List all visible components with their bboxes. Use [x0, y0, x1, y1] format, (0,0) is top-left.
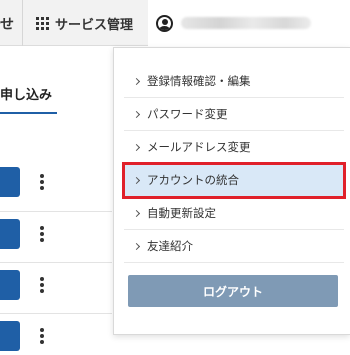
nav-divider — [22, 0, 23, 46]
account-dropdown: 登録情報確認・編集 パスワード変更 メールアドレス変更 アカウントの統合 自動更… — [113, 47, 350, 335]
account-menu-toggle[interactable] — [148, 0, 350, 46]
account-menu-list: 登録情報確認・編集 パスワード変更 メールアドレス変更 アカウントの統合 自動更… — [122, 65, 346, 263]
tab-application[interactable]: 申し込み — [0, 84, 52, 103]
kebab-menu-icon[interactable] — [38, 224, 46, 244]
menu-item-change-password[interactable]: パスワード変更 — [124, 98, 344, 131]
menu-item-label: アカウントの統合 — [147, 173, 239, 187]
nav-item-partial[interactable]: せ — [0, 14, 14, 34]
user-account-icon — [156, 14, 173, 32]
service-management-menu[interactable]: サービス管理 — [30, 0, 156, 46]
row-action-button[interactable] — [0, 321, 20, 351]
menu-item-edit-profile[interactable]: 登録情報確認・編集 — [124, 65, 344, 98]
row-divider — [0, 313, 112, 314]
page: せ サービス管理 申し込み 登録情報確認・編集 パスワード変更 メールアドレス変… — [0, 0, 350, 355]
chevron-right-icon — [132, 110, 141, 118]
chevron-right-icon — [132, 176, 141, 184]
chevron-right-icon — [132, 242, 141, 250]
kebab-menu-icon[interactable] — [38, 326, 46, 346]
kebab-menu-icon[interactable] — [38, 275, 46, 295]
menu-item-label: パスワード変更 — [147, 107, 228, 121]
active-tab-underline — [0, 112, 57, 114]
menu-item-label: 自動更新設定 — [147, 206, 216, 220]
chevron-right-icon — [132, 143, 141, 151]
row-action-button[interactable] — [0, 167, 20, 197]
menu-item-merge-accounts[interactable]: アカウントの統合 — [122, 162, 346, 199]
username-redacted — [181, 17, 311, 29]
logout-button[interactable]: ログアウト — [128, 275, 338, 307]
top-nav: せ サービス管理 — [0, 0, 350, 46]
row-action-button[interactable] — [0, 219, 20, 249]
menu-item-change-email[interactable]: メールアドレス変更 — [124, 131, 344, 164]
menu-item-label: 友達紹介 — [147, 239, 193, 253]
row-action-button[interactable] — [0, 270, 20, 300]
menu-item-label: メールアドレス変更 — [147, 140, 251, 154]
menu-item-label: 登録情報確認・編集 — [147, 74, 251, 88]
kebab-menu-icon[interactable] — [38, 172, 46, 192]
grid-menu-icon — [36, 16, 49, 30]
service-management-label: サービス管理 — [55, 17, 134, 33]
menu-item-auto-renewal[interactable]: 自動更新設定 — [124, 197, 344, 230]
chevron-right-icon — [132, 209, 141, 217]
menu-item-refer-friend[interactable]: 友達紹介 — [124, 230, 344, 263]
row-divider — [0, 211, 112, 212]
row-divider — [0, 262, 112, 263]
chevron-right-icon — [132, 77, 141, 85]
